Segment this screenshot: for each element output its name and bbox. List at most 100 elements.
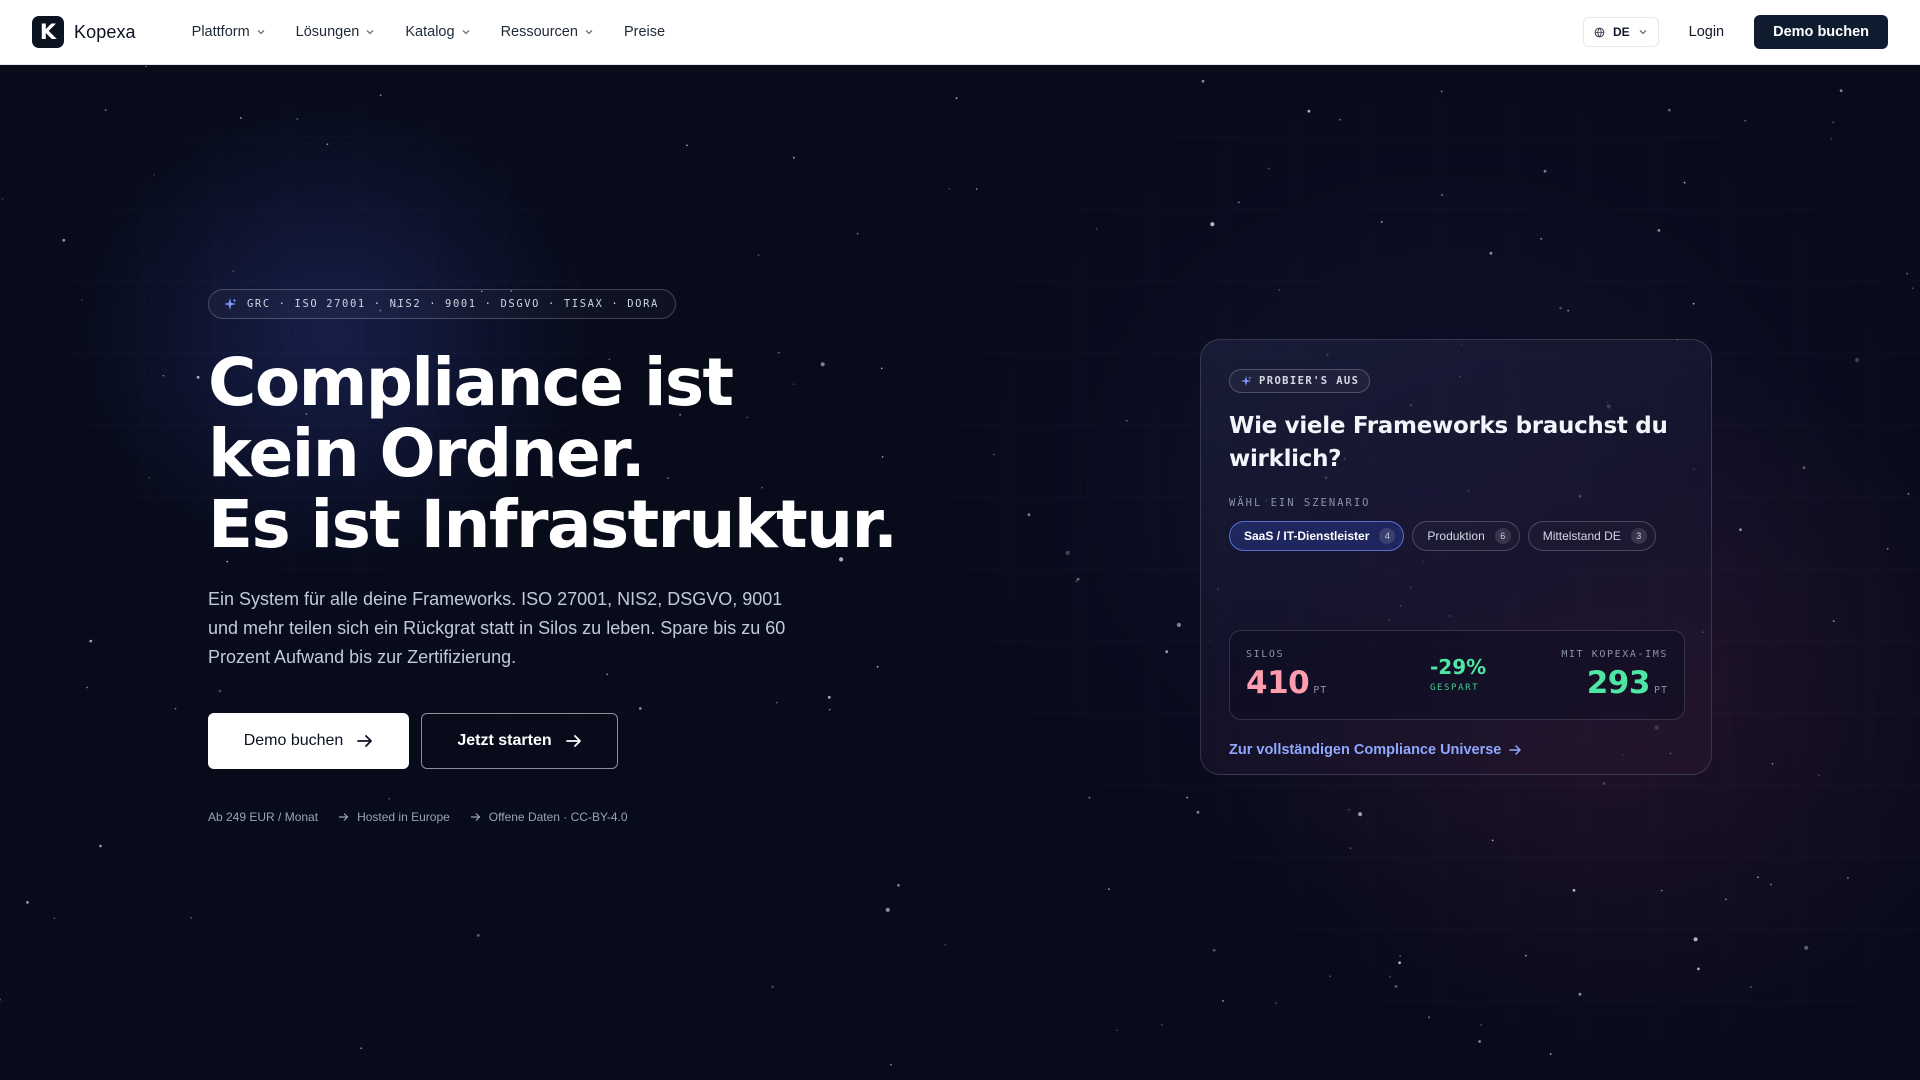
menu-item-ressourcen[interactable]: Ressourcen: [501, 24, 594, 40]
star: [1267, 167, 1270, 170]
meta-hosting-text: Hosted in Europe: [357, 810, 450, 824]
star: [1559, 306, 1562, 310]
star: [1210, 222, 1215, 227]
star: [162, 374, 165, 377]
arrow-right-icon: [565, 735, 581, 747]
star: [239, 117, 242, 119]
star: [1428, 1016, 1430, 1019]
star: [1660, 889, 1663, 892]
ims-value: 293 PT: [1587, 665, 1668, 701]
scenario-chip-label: SaaS / IT-Dienstleister: [1244, 529, 1370, 543]
chevron-down-icon: [585, 30, 593, 35]
star: [86, 686, 88, 689]
star: [948, 187, 951, 190]
silos-unit: PT: [1313, 685, 1328, 696]
star: [827, 695, 831, 699]
star: [145, 65, 147, 68]
star: [1549, 1053, 1552, 1055]
star: [1307, 109, 1311, 113]
star: [1668, 108, 1671, 112]
star: [1399, 955, 1402, 957]
star: [1602, 782, 1606, 785]
star: [1347, 808, 1350, 811]
star: [1237, 201, 1240, 204]
star: [1329, 975, 1332, 978]
compliance-universe-link[interactable]: Zur vollständigen Compliance Universe: [1229, 742, 1522, 758]
menu-item-loesungen[interactable]: Lösungen: [296, 24, 376, 40]
star: [1757, 876, 1759, 879]
star: [606, 673, 609, 676]
sparkle-icon: [224, 298, 237, 310]
ims-label: MIT KOPEXA-IMS: [1561, 649, 1668, 660]
star: [1491, 839, 1494, 842]
star: [80, 299, 83, 302]
star: [148, 477, 151, 479]
star: [1075, 580, 1078, 583]
start-button[interactable]: Jetzt starten: [421, 713, 618, 769]
star: [26, 901, 29, 904]
brand-logo[interactable]: K Kopexa: [32, 16, 136, 48]
meta-price-text: Ab 249 EUR / Monat: [208, 810, 319, 824]
star: [1065, 550, 1070, 555]
saved-percent: -29%: [1430, 655, 1487, 679]
ims-unit: PT: [1653, 685, 1668, 696]
star: [326, 143, 329, 146]
star: [1440, 90, 1443, 93]
menu-item-label: Ressourcen: [500, 24, 578, 40]
scenario-chip-label: Produktion: [1427, 529, 1485, 543]
arrow-right-icon: [339, 813, 349, 821]
nav-demo-button[interactable]: Demo buchen: [1754, 15, 1888, 49]
star: [757, 254, 760, 257]
star: [876, 665, 879, 668]
star: [232, 270, 235, 272]
star: [1906, 272, 1909, 275]
star: [1160, 1024, 1163, 1026]
star: [1802, 466, 1806, 470]
star: [1697, 967, 1700, 971]
star: [1543, 169, 1547, 173]
star: [1804, 945, 1809, 950]
language-selector[interactable]: DE: [1582, 17, 1659, 47]
star: [1683, 181, 1686, 184]
scenario-label: WÄHL EIN SZENARIO: [1229, 497, 1371, 509]
menu-item-preise[interactable]: Preise: [624, 24, 665, 40]
star: [897, 883, 900, 887]
menu-item-label: Katalog: [405, 24, 455, 40]
menu-item-katalog[interactable]: Katalog: [405, 24, 470, 40]
nav-actions: DE Login Demo buchen: [1582, 15, 1888, 49]
star: [1886, 547, 1889, 550]
login-link[interactable]: Login: [1671, 24, 1742, 40]
star: [62, 238, 66, 242]
globe-icon: [1594, 27, 1605, 37]
brand-name: Kopexa: [74, 21, 136, 42]
scenario-chip-mittelstand[interactable]: Mittelstand DE 3: [1527, 521, 1656, 551]
card-title: Wie viele Frameworks brauchst du wirklic…: [1229, 413, 1668, 472]
menu-item-plattform[interactable]: Plattform: [192, 24, 266, 40]
hero-section: GRC · ISO 27001 · NIS2 · 9001 · DSGVO · …: [0, 65, 1920, 1080]
star: [1739, 528, 1742, 532]
framework-calculator-card: PROBIER'S AUS Wie viele Frameworks brauc…: [1200, 339, 1712, 775]
star: [1358, 812, 1363, 817]
star: [1394, 985, 1398, 988]
top-navigation: K Kopexa Plattform Lösungen Katalog Ress…: [0, 0, 1920, 65]
star: [975, 188, 978, 190]
arrow-right-icon: [470, 813, 481, 821]
star: [1176, 622, 1181, 628]
star: [1186, 796, 1189, 799]
star: [1855, 357, 1860, 363]
scenario-chip-saas[interactable]: SaaS / IT-Dienstleister 4: [1229, 521, 1405, 551]
star: [104, 109, 107, 111]
star: [296, 118, 299, 120]
menu-item-label: Lösungen: [295, 24, 360, 40]
star: [1832, 620, 1835, 622]
star: [1108, 888, 1110, 890]
demo-button[interactable]: Demo buchen: [208, 713, 409, 769]
star: [1339, 118, 1342, 121]
headline-line-2: kein Ordner.: [208, 415, 646, 492]
arrow-right-icon: [357, 735, 373, 747]
scenario-chip-produktion[interactable]: Produktion 6: [1412, 521, 1520, 551]
star: [1489, 251, 1493, 255]
star: [1222, 1000, 1224, 1002]
star: [856, 232, 859, 235]
star: [1398, 961, 1401, 965]
